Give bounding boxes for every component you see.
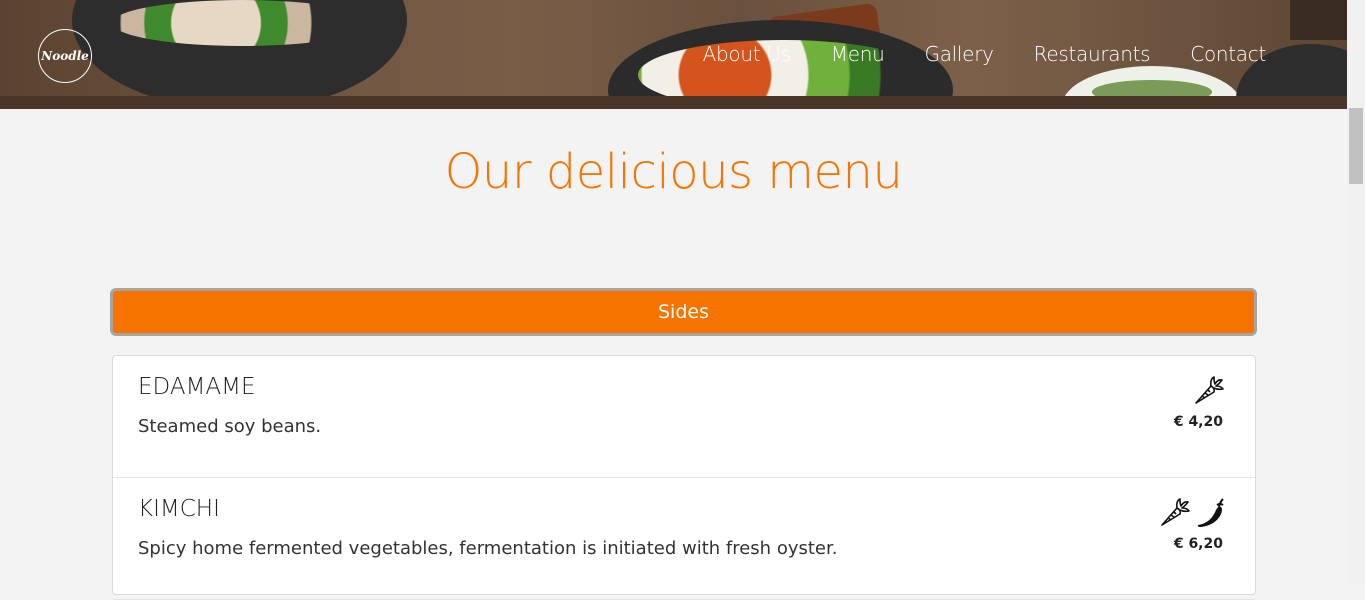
- item-icons: [1159, 496, 1225, 528]
- menu-item-kimchi: KIMCHI Spicy home fermented vegetables, …: [113, 478, 1255, 600]
- menu-items-card: EDAMAME Steamed soy beans. € 4,20 KIMCHI…: [112, 355, 1256, 600]
- scrollbar-thumb[interactable]: [1349, 108, 1363, 184]
- sides-category-button[interactable]: Sides: [110, 288, 1257, 336]
- nav-gallery[interactable]: Gallery: [925, 42, 994, 66]
- item-name: KIMCHI: [138, 496, 220, 522]
- item-name: EDAMAME: [138, 374, 256, 400]
- noodle-logo[interactable]: Noodle: [38, 29, 92, 83]
- page-title: Our delicious menu: [444, 144, 903, 201]
- page-scrollbar[interactable]: [1347, 0, 1365, 585]
- nav-menu[interactable]: Menu: [831, 42, 885, 66]
- nav-contact[interactable]: Contact: [1190, 42, 1266, 66]
- logo-text: Noodle: [41, 49, 89, 63]
- item-description: Steamed soy beans.: [138, 416, 322, 437]
- nav-restaurants[interactable]: Restaurants: [1034, 42, 1151, 66]
- item-price: € 4,20: [1173, 414, 1223, 430]
- item-description: Spicy home fermented vegetables, ferment…: [138, 538, 838, 559]
- ramen-bowl-image: [72, 0, 407, 109]
- nav-about-us[interactable]: About Us: [703, 42, 791, 66]
- hero-image: Noodle About Us Menu Gallery Restaurants…: [0, 0, 1347, 109]
- main-nav: About Us Menu Gallery Restaurants Contac…: [703, 42, 1267, 66]
- menu-item-edamame: EDAMAME Steamed soy beans. € 4,20: [113, 356, 1255, 478]
- carrot-icon: [1193, 374, 1225, 406]
- plate-image: [1290, 0, 1347, 40]
- table-edge: [0, 96, 1347, 109]
- chili-icon: [1195, 496, 1225, 528]
- item-icons: [1193, 374, 1225, 406]
- item-price: € 6,20: [1173, 536, 1223, 552]
- carrot-icon: [1159, 496, 1191, 528]
